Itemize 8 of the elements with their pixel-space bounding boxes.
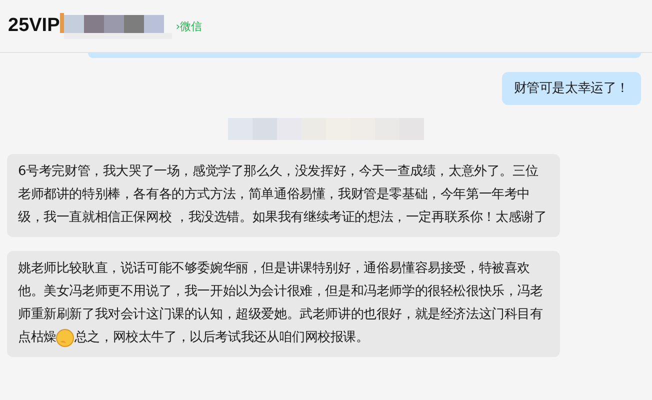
source-link[interactable]: ›微信 [176, 18, 202, 34]
message-text: 点枯燥 [18, 329, 56, 347]
contact-name: 25VIP [8, 15, 60, 37]
emoji-icon [56, 328, 74, 346]
message-text: 财管可是太幸运了！ [514, 80, 629, 98]
message-text: 姚老师比较耿直，说话可能不够委婉华丽，但是讲课特别好，通俗易懂容易接受，特被喜欢他。美女冯老师更不用说了，我一开始以为会计很难，但是和冯老师学的很轻松很快乐，冯老师重新刷新了我对会计这门课的认知，超级爱她。武老师讲的也很好，就是经济法这门科目有 [18, 260, 544, 324]
message-text: 6号考完财管，我大哭了一场，感觉学了那么久，没发挥好，今天一查成绩，太意外了。三位老师都讲的特别棒，各有各的方式方法，简单通俗易懂，我财管是零基础，今年第一年考中级，我一直就相信正保网校 ，我没选错。如果我有继续考证的想法，一定再联系你！太感谢了 [18, 163, 548, 227]
message-text: 总之，网校太牛了，以后考试我还从咱们网校报课。 [74, 329, 369, 347]
